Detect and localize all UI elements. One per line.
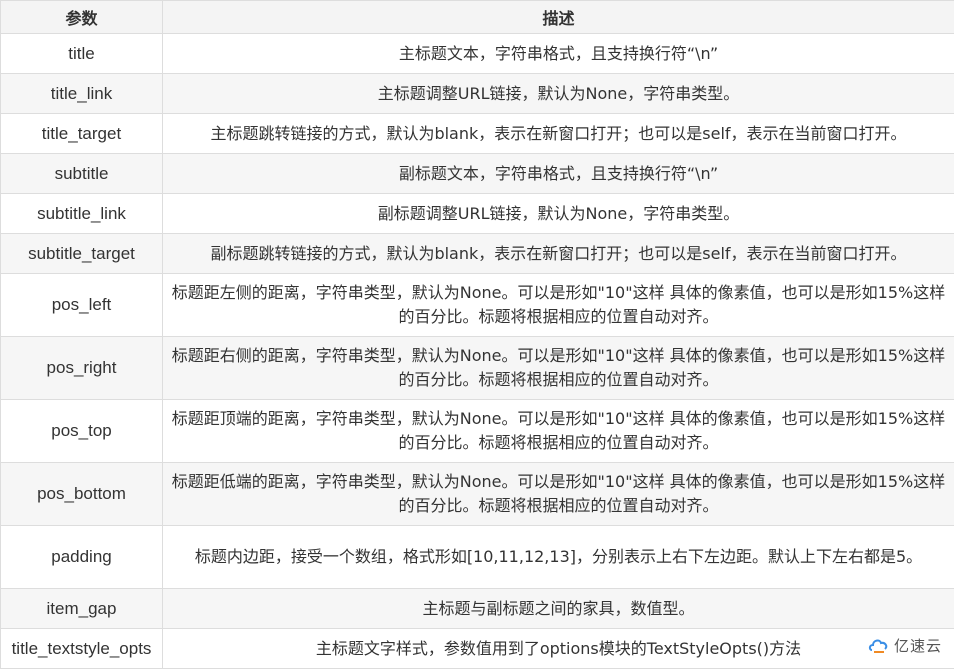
param-description: 标题距右侧的距离，字符串类型，默认为None。可以是形如"10"这样 具体的像素… [163, 337, 954, 400]
watermark-text: 亿速云 [894, 635, 942, 656]
param-description: 副标题文本，字符串格式，且支持换行符“\n” [163, 154, 954, 194]
param-name: pos_right [1, 337, 163, 400]
param-description: 副标题调整URL链接，默认为None，字符串类型。 [163, 194, 954, 234]
param-name: subtitle_link [1, 194, 163, 234]
param-description: 标题距顶端的距离，字符串类型，默认为None。可以是形如"10"这样 具体的像素… [163, 400, 954, 463]
param-description: 主标题跳转链接的方式，默认为blank，表示在新窗口打开；也可以是self，表示… [163, 114, 954, 154]
table-row: subtitle 副标题文本，字符串格式，且支持换行符“\n” [1, 154, 954, 194]
param-description: 主标题与副标题之间的家具，数值型。 [163, 589, 954, 629]
param-name: pos_top [1, 400, 163, 463]
table-row: subtitle_link 副标题调整URL链接，默认为None，字符串类型。 [1, 194, 954, 234]
param-name: title_link [1, 74, 163, 114]
table-row: subtitle_target 副标题跳转链接的方式，默认为blank，表示在新… [1, 234, 954, 274]
table-row: title_link 主标题调整URL链接，默认为None，字符串类型。 [1, 74, 954, 114]
param-description: 副标题跳转链接的方式，默认为blank，表示在新窗口打开；也可以是self，表示… [163, 234, 954, 274]
table-row: padding 标题内边距，接受一个数组，格式形如[10,11,12,13]，分… [1, 526, 954, 589]
param-name: pos_bottom [1, 463, 163, 526]
param-name: title_textstyle_opts [1, 629, 163, 669]
param-name: subtitle_target [1, 234, 163, 274]
param-description: 主标题文字样式，参数值用到了options模块的TextStyleOpts()方… [163, 629, 954, 669]
param-description: 主标题文本，字符串格式，且支持换行符“\n” [163, 34, 954, 74]
table-row: pos_right 标题距右侧的距离，字符串类型，默认为None。可以是形如"1… [1, 337, 954, 400]
watermark: 亿速云 [864, 633, 946, 658]
header-param: 参数 [1, 1, 163, 34]
parameter-table: 参数 描述 title 主标题文本，字符串格式，且支持换行符“\n” title… [0, 0, 954, 669]
table-row: pos_bottom 标题距低端的距离，字符串类型，默认为None。可以是形如"… [1, 463, 954, 526]
table-row: title 主标题文本，字符串格式，且支持换行符“\n” [1, 34, 954, 74]
param-description: 主标题调整URL链接，默认为None，字符串类型。 [163, 74, 954, 114]
param-name: pos_left [1, 274, 163, 337]
param-name: title_target [1, 114, 163, 154]
header-description: 描述 [163, 1, 954, 34]
param-description: 标题内边距，接受一个数组，格式形如[10,11,12,13]，分别表示上右下左边… [163, 526, 954, 589]
param-name: subtitle [1, 154, 163, 194]
param-name: item_gap [1, 589, 163, 629]
param-name: title [1, 34, 163, 74]
table-header-row: 参数 描述 [1, 1, 954, 34]
table-row: pos_top 标题距顶端的距离，字符串类型，默认为None。可以是形如"10"… [1, 400, 954, 463]
param-description: 标题距左侧的距离，字符串类型，默认为None。可以是形如"10"这样 具体的像素… [163, 274, 954, 337]
table-row: pos_left 标题距左侧的距离，字符串类型，默认为None。可以是形如"10… [1, 274, 954, 337]
param-description: 标题距低端的距离，字符串类型，默认为None。可以是形如"10"这样 具体的像素… [163, 463, 954, 526]
table-row: title_textstyle_opts 主标题文字样式，参数值用到了optio… [1, 629, 954, 669]
table-row: title_target 主标题跳转链接的方式，默认为blank，表示在新窗口打… [1, 114, 954, 154]
yisu-cloud-logo-icon [868, 637, 890, 655]
param-name: padding [1, 526, 163, 589]
table-row: item_gap 主标题与副标题之间的家具，数值型。 [1, 589, 954, 629]
